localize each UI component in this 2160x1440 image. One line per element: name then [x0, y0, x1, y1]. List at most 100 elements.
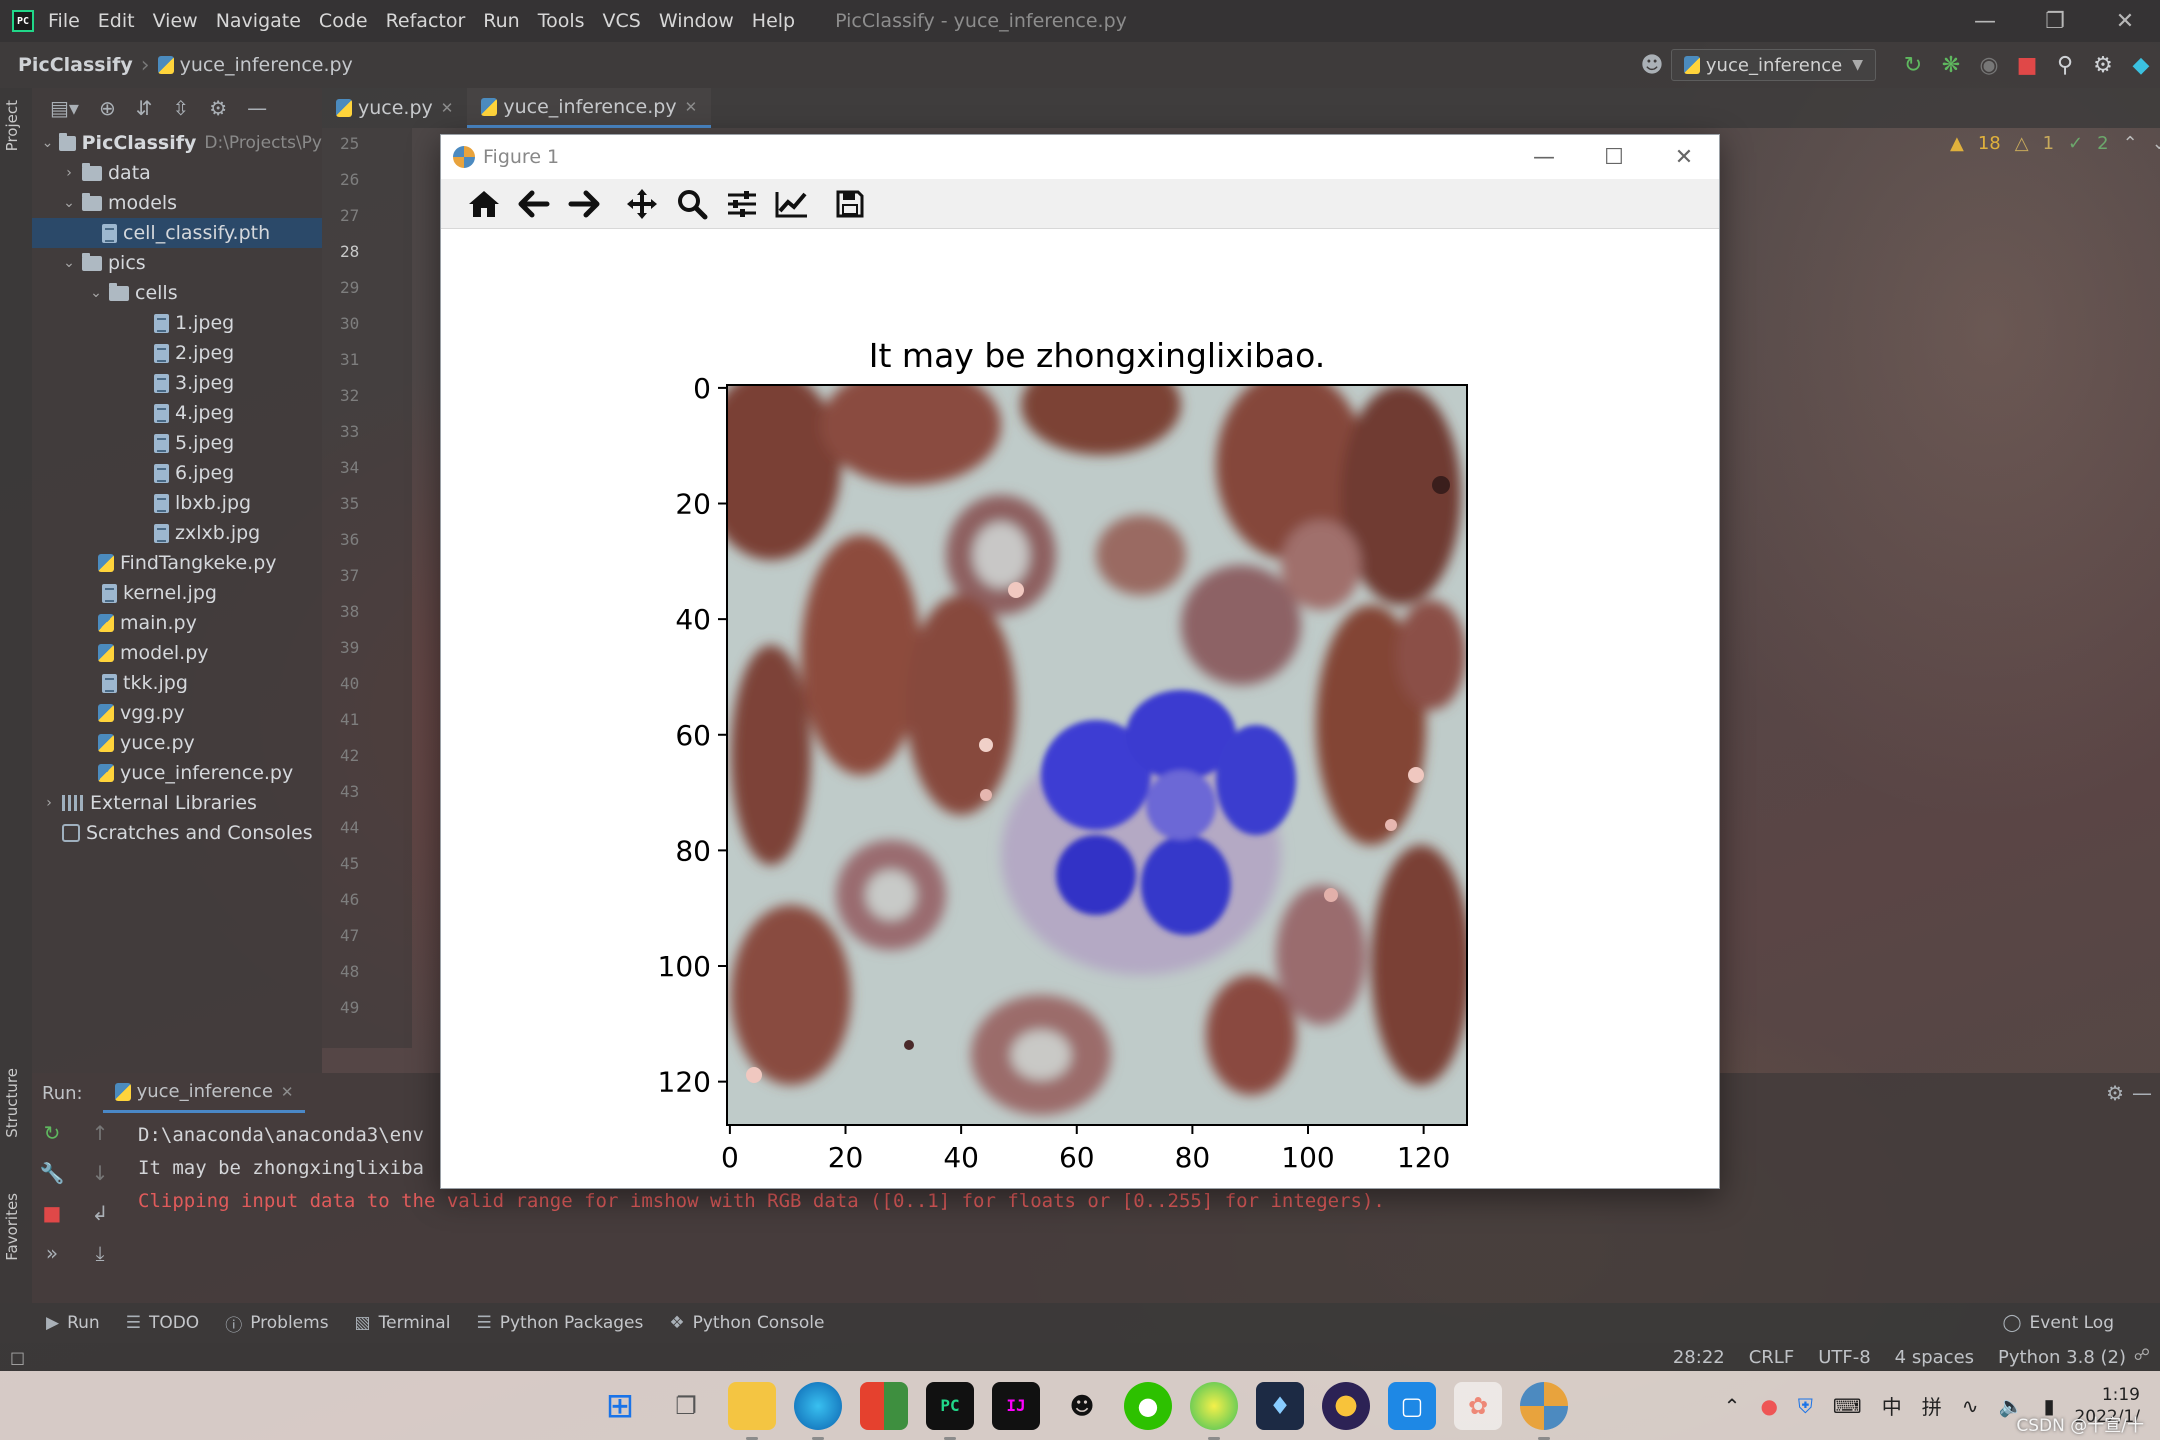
windows-start-icon[interactable]: ⊞	[596, 1382, 644, 1430]
stripe-favorites-tab[interactable]: Favorites	[3, 1193, 21, 1261]
tool-tab-python-packages[interactable]: ☰ Python Packages	[476, 1313, 643, 1333]
tree-item-file[interactable]: yuce_inference.py	[32, 758, 322, 788]
wechat-icon[interactable]: ●	[1124, 1381, 1172, 1430]
gear-icon[interactable]: ⚙	[2084, 42, 2122, 88]
file-explorer-icon[interactable]	[728, 1381, 776, 1440]
tool-tab-problems[interactable]: ⓘ Problems	[225, 1311, 328, 1336]
restore-icon[interactable]: ❐	[2020, 0, 2090, 42]
breadcrumb-project[interactable]: PicClassify	[18, 54, 133, 76]
breadcrumb-file[interactable]: yuce_inference.py	[180, 54, 353, 76]
task-view-icon[interactable]: ❐	[662, 1382, 710, 1430]
view-mode-icon[interactable]: ▤▾	[50, 96, 79, 120]
close-icon[interactable]: ✕	[1649, 135, 1719, 179]
menu-refactor[interactable]: Refactor	[386, 10, 466, 32]
chevron-down-icon[interactable]: ⌄	[2152, 133, 2160, 154]
arrow-up-icon[interactable]: ↑	[80, 1113, 120, 1153]
wifi-icon[interactable]: ∿	[1962, 1394, 1979, 1418]
tree-item-file[interactable]: 6.jpeg	[32, 458, 322, 488]
interpreter-selector[interactable]: Python 3.8 (2)	[1998, 1347, 2126, 1368]
tree-item-file[interactable]: vgg.py	[32, 698, 322, 728]
app-dark-icon[interactable]: ♦	[1256, 1381, 1304, 1430]
wrench-icon[interactable]: 🔧	[32, 1153, 72, 1193]
pan-icon[interactable]	[617, 181, 667, 227]
soft-wrap-icon[interactable]: ↲	[80, 1193, 120, 1233]
event-log-button[interactable]: ◯ Event Log	[2003, 1313, 2115, 1333]
tree-item-file[interactable]: 5.jpeg	[32, 428, 322, 458]
tree-item-models[interactable]: ⌄ models	[32, 188, 322, 218]
office-icon[interactable]	[860, 1381, 908, 1430]
tree-item-file[interactable]: main.py	[32, 608, 322, 638]
chevron-up-icon[interactable]: ⌃	[1724, 1394, 1741, 1418]
tool-tab-todo[interactable]: ☰ TODO	[126, 1313, 200, 1333]
tool-tab-terminal[interactable]: ▧ Terminal	[355, 1313, 451, 1333]
menu-view[interactable]: View	[153, 10, 198, 32]
tool-tab-python-console[interactable]: ❖ Python Console	[669, 1313, 824, 1333]
tree-item-file[interactable]: model.py	[32, 638, 322, 668]
tree-item-file[interactable]: 1.jpeg	[32, 308, 322, 338]
ime-pinyin[interactable]: 拼	[1922, 1391, 1942, 1420]
user-icon[interactable]: ☻	[1633, 42, 1671, 88]
menu-run[interactable]: Run	[483, 10, 519, 32]
tree-item-file[interactable]: tkk.jpg	[32, 668, 322, 698]
menu-tools[interactable]: Tools	[538, 10, 585, 32]
menu-window[interactable]: Window	[659, 10, 734, 32]
run-tab[interactable]: yuce_inference ✕	[102, 1073, 306, 1113]
tree-item-file[interactable]: 4.jpeg	[32, 398, 322, 428]
indent-setting[interactable]: 4 spaces	[1895, 1347, 1974, 1368]
menu-file[interactable]: File	[48, 10, 80, 32]
search-icon[interactable]: ⚲	[2046, 42, 2084, 88]
figure-window[interactable]: Figure 1 — ☐ ✕ It may be zhongxinglixiba…	[440, 134, 1720, 1189]
tree-item-file[interactable]: 2.jpeg	[32, 338, 322, 368]
close-icon[interactable]: ✕	[685, 98, 698, 116]
tree-root[interactable]: ⌄ PicClassify D:\Projects\Py	[32, 128, 322, 158]
tree-item-pics[interactable]: ⌄ pics	[32, 248, 322, 278]
menu-edit[interactable]: Edit	[98, 10, 135, 32]
menu-navigate[interactable]: Navigate	[216, 10, 301, 32]
shield-icon[interactable]: ⛨	[1798, 1394, 1813, 1418]
close-icon[interactable]: ✕	[281, 1083, 294, 1101]
stop-icon[interactable]: ■	[32, 1193, 72, 1233]
tree-item-cell-classify[interactable]: cell_classify.pth	[32, 218, 322, 248]
arrow-down-icon[interactable]: ↓	[80, 1153, 120, 1193]
tree-item-file[interactable]: yuce.py	[32, 728, 322, 758]
expand-all-icon[interactable]: ⇵	[136, 96, 153, 120]
edge-browser-icon[interactable]	[794, 1381, 842, 1440]
tree-item-file[interactable]: lbxb.jpg	[32, 488, 322, 518]
tree-item-cells[interactable]: ⌄ cells	[32, 278, 322, 308]
tab-yuce[interactable]: yuce.py ✕	[322, 88, 467, 128]
pycharm-icon[interactable]: PC	[926, 1381, 974, 1440]
collapse-all-icon[interactable]: ⇳	[172, 96, 189, 120]
layout-icon[interactable]: □	[10, 1348, 25, 1367]
close-icon[interactable]: ✕	[2090, 0, 2160, 42]
tree-item-scratches[interactable]: Scratches and Consoles	[32, 818, 322, 848]
forward-arrow-icon[interactable]	[559, 181, 609, 227]
hide-icon[interactable]: —	[247, 96, 267, 120]
menu-vcs[interactable]: VCS	[603, 10, 641, 32]
tray-app-icon[interactable]: ●	[1760, 1394, 1777, 1418]
qq-icon[interactable]: ☻	[1058, 1382, 1106, 1430]
debug-icon[interactable]: ❋	[1932, 42, 1970, 88]
zoom-icon[interactable]	[667, 181, 717, 227]
tree-item-data[interactable]: › data	[32, 158, 322, 188]
caret-position[interactable]: 28:22	[1673, 1347, 1725, 1368]
figure-titlebar[interactable]: Figure 1 — ☐ ✕	[441, 135, 1719, 179]
stripe-project-tab[interactable]: Project	[3, 100, 21, 151]
rerun-icon[interactable]: ↻	[32, 1113, 72, 1153]
minimize-icon[interactable]: —	[1509, 135, 1579, 179]
tree-item-external-libraries[interactable]: › External Libraries	[32, 788, 322, 818]
gear-icon[interactable]: ⚙	[2106, 1081, 2124, 1105]
subplots-icon[interactable]	[717, 181, 767, 227]
hide-icon[interactable]: —	[2132, 1081, 2152, 1105]
keyboard-icon[interactable]: ⌨	[1833, 1394, 1862, 1418]
run-configuration-select[interactable]: yuce_inference ▼	[1670, 49, 1876, 81]
figure-canvas[interactable]: It may be zhongxinglixibao. 020406080100…	[441, 230, 1719, 1188]
matplotlib-figure-icon[interactable]	[1520, 1381, 1568, 1440]
ime-mode[interactable]: 中	[1882, 1391, 1902, 1420]
inspection-widget[interactable]: ▲ 18 △ 1 ✓ 2 ⌃ ⌄	[1950, 133, 2160, 154]
rerun-icon[interactable]: ↻	[1894, 42, 1932, 88]
menu-code[interactable]: Code	[319, 10, 368, 32]
more-icon[interactable]: »	[32, 1233, 72, 1273]
lock-icon[interactable]: ☍	[2134, 1345, 2150, 1364]
menu-help[interactable]: Help	[752, 10, 795, 32]
app-active-icon[interactable]: ✿	[1454, 1381, 1502, 1430]
